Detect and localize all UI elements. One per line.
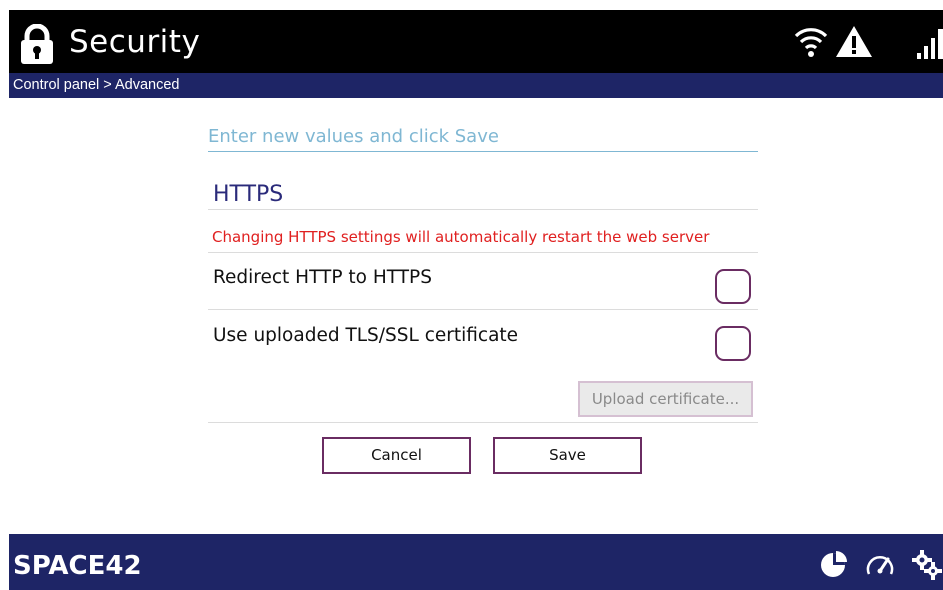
speedometer-icon[interactable] bbox=[865, 550, 895, 578]
warning-icon bbox=[836, 26, 872, 57]
main-content: Enter new values and click Save HTTPS Ch… bbox=[9, 98, 943, 534]
svg-text:SPACE42: SPACE42 bbox=[13, 551, 142, 578]
top-bar: Security bbox=[9, 10, 943, 73]
cancel-button[interactable]: Cancel bbox=[322, 437, 471, 474]
divider bbox=[208, 422, 758, 423]
footer-bar: SPACE42 bbox=[9, 534, 943, 590]
divider bbox=[208, 309, 758, 310]
save-button[interactable]: Save bbox=[493, 437, 642, 474]
upload-certificate-button[interactable]: Upload certificate... bbox=[578, 381, 753, 417]
section-title: HTTPS bbox=[213, 182, 284, 207]
uploaded-cert-label: Use uploaded TLS/SSL certificate bbox=[213, 325, 519, 346]
pie-chart-icon[interactable] bbox=[819, 550, 847, 578]
uploaded-cert-checkbox[interactable] bbox=[715, 326, 751, 361]
redirect-https-checkbox[interactable] bbox=[715, 269, 751, 304]
page-title: Security bbox=[69, 24, 201, 60]
breadcrumb[interactable]: Control panel > Advanced bbox=[9, 73, 943, 98]
form-instruction: Enter new values and click Save bbox=[208, 125, 758, 152]
divider bbox=[208, 252, 758, 253]
lock-icon bbox=[21, 24, 53, 64]
gears-icon[interactable] bbox=[912, 550, 942, 580]
space42-logo: SPACE42 bbox=[13, 551, 142, 578]
divider bbox=[208, 209, 758, 210]
wifi-icon bbox=[794, 28, 828, 57]
signal-icon bbox=[917, 29, 943, 59]
warning-message: Changing HTTPS settings will automatical… bbox=[212, 228, 710, 246]
redirect-https-label: Redirect HTTP to HTTPS bbox=[213, 267, 432, 288]
